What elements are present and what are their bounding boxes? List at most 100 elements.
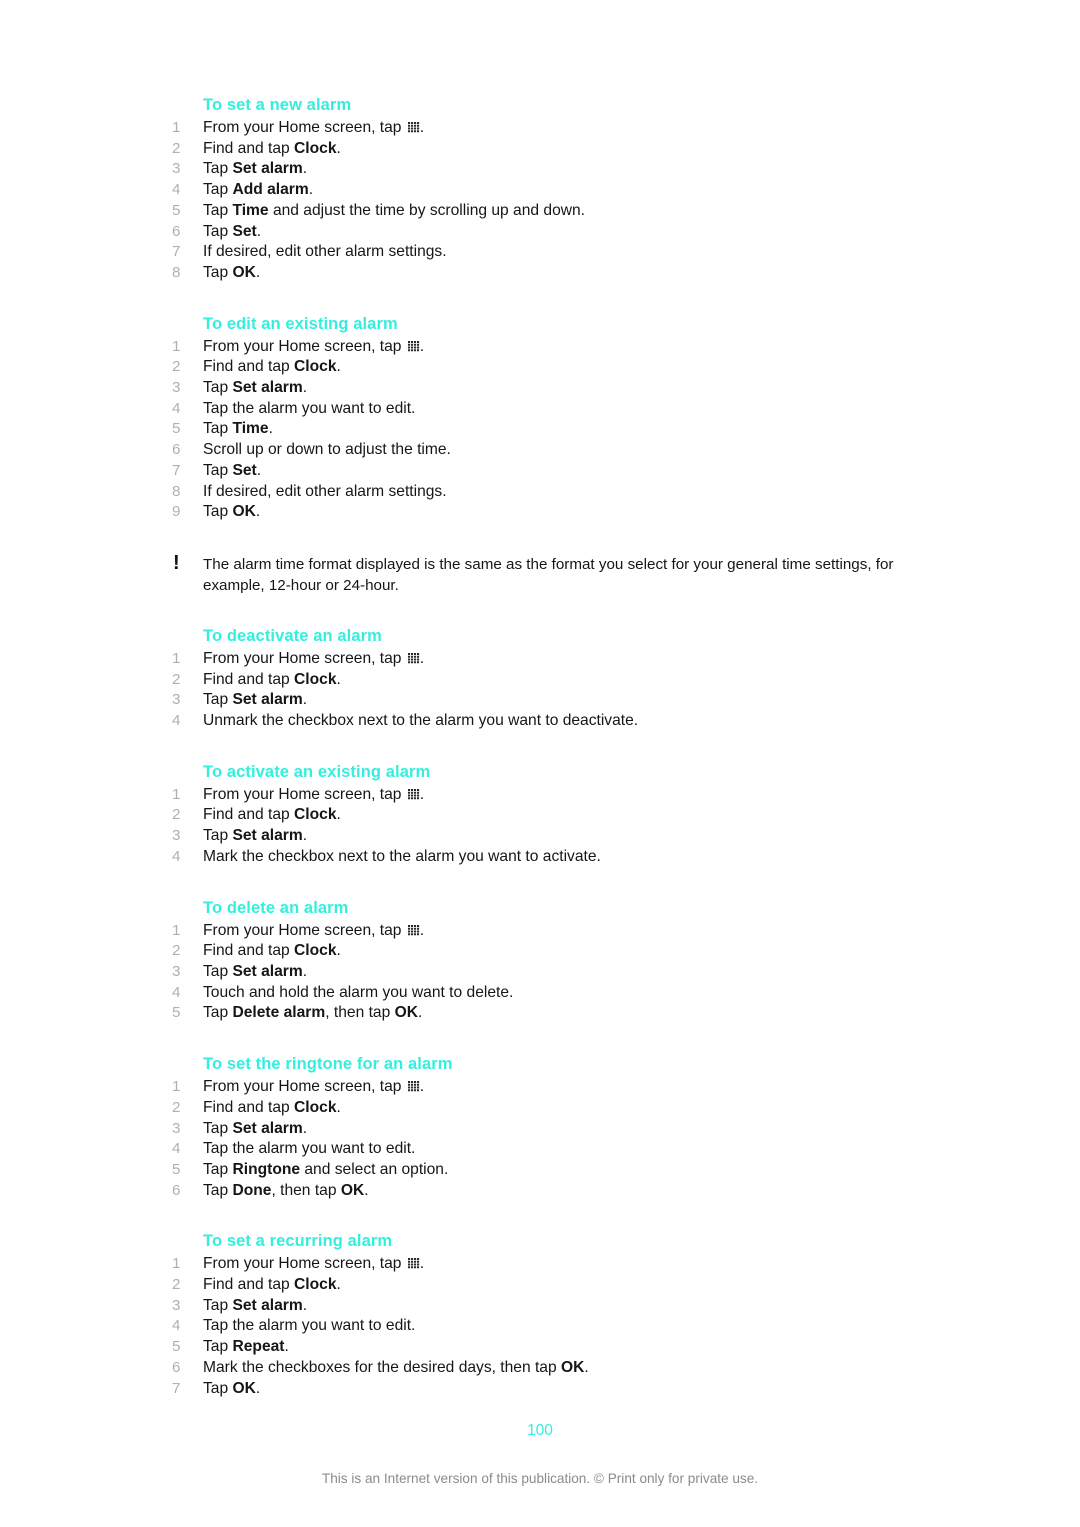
ui-term: Clock	[294, 670, 337, 688]
step-item: 2 Find and tap Clock.	[172, 1098, 912, 1119]
step-item: 1 From your Home screen, tap .	[172, 649, 912, 670]
step-item: 1 From your Home screen, tap .	[172, 337, 912, 358]
step-list: 1 From your Home screen, tap . 2 Find and t…	[172, 1254, 912, 1399]
step-number: 3	[172, 691, 181, 709]
grid-icon	[407, 652, 420, 664]
step-number: 8	[172, 482, 181, 500]
step-list: 1 From your Home screen, tap . 2 Find and t…	[172, 118, 912, 284]
step-list: 1 From your Home screen, tap . 2 Find and t…	[172, 1077, 912, 1201]
step-number: 1	[172, 649, 181, 667]
ui-term: Clock	[294, 1276, 337, 1294]
step-text: Unmark the checkbox next to the alarm yo…	[203, 712, 639, 730]
manual-page: To set a new alarm 1 From your Home screen…	[0, 0, 1080, 1527]
step-number: 4	[172, 847, 181, 865]
step-text: Tap Time.	[203, 420, 273, 438]
step-item: 4 Unmark the checkbox next to the alarm y…	[172, 711, 912, 732]
step-item: 9 Tap OK.	[172, 502, 912, 523]
step-number: 1	[172, 921, 181, 939]
ui-term: Done	[232, 1181, 272, 1199]
ui-term: Clock	[294, 139, 337, 157]
step-text: Tap OK.	[203, 263, 261, 281]
step-text: Find and tap Clock.	[203, 358, 341, 376]
ui-term: Clock	[294, 806, 337, 824]
ui-term: Time	[232, 420, 269, 438]
step-text: Tap Set alarm.	[203, 160, 308, 178]
step-item: 5 Tap Ringtone and select an option.	[172, 1160, 912, 1181]
step-item: 3 Tap Set alarm.	[172, 826, 912, 847]
step-number: 3	[172, 160, 181, 178]
ui-term: OK	[340, 1181, 365, 1199]
step-item: 4 Touch and hold the alarm you want to de…	[172, 983, 912, 1004]
section-heading: To edit an existing alarm	[203, 314, 398, 333]
step-text: Tap Repeat.	[203, 1338, 289, 1356]
ui-term: OK	[561, 1358, 585, 1376]
step-item: 1 From your Home screen, tap .	[172, 118, 912, 139]
step-number: 6	[172, 441, 181, 459]
step-number: 3	[172, 962, 181, 980]
step-number: 6	[172, 1181, 181, 1199]
ui-term: Set alarm	[232, 1119, 303, 1137]
step-item: 3 Tap Set alarm.	[172, 159, 912, 180]
step-number: 4	[172, 399, 181, 417]
step-text: Tap Set alarm.	[203, 1119, 308, 1137]
step-text: Tap Delete alarm, then tap OK.	[203, 1004, 423, 1022]
step-number: 1	[172, 337, 181, 355]
step-number: 1	[172, 119, 181, 136]
ui-term: OK	[232, 503, 256, 521]
step-item: 2 Find and tap Clock.	[172, 357, 912, 378]
step-number: 3	[172, 1296, 181, 1314]
step-text: Tap Ringtone and select an option.	[203, 1160, 449, 1178]
step-text: Tap Time and adjust the time by scrollin…	[203, 201, 586, 219]
step-number: 7	[172, 243, 181, 261]
step-text: Find and tap Clock.	[203, 942, 341, 960]
step-number: 8	[172, 263, 181, 281]
step-item: 4 Tap the alarm you want to edit.	[172, 1316, 912, 1337]
ui-term: OK	[394, 1004, 418, 1022]
step-text: Tap Set alarm.	[203, 1296, 308, 1314]
ui-term: Set alarm	[232, 691, 303, 709]
step-text: From your Home screen, tap .	[203, 1078, 425, 1096]
manual-section: To delete an alarm 1 From your Home screen…	[172, 897, 912, 1025]
step-list: 1 From your Home screen, tap . 2 Find and t…	[172, 337, 912, 523]
step-item: 1 From your Home screen, tap .	[172, 1254, 912, 1275]
step-text: Tap Add alarm.	[203, 181, 314, 199]
manual-section: To set a new alarm 1 From your Home screen…	[172, 94, 912, 284]
note-text: The alarm time format displayed is the s…	[203, 555, 894, 594]
step-text: If desired, edit other alarm settings.	[203, 482, 447, 500]
grid-icon	[407, 1258, 420, 1269]
step-number: 2	[172, 139, 181, 157]
step-item: 5 Tap Repeat.	[172, 1337, 912, 1358]
step-number: 9	[172, 503, 181, 521]
step-text: Find and tap Clock.	[203, 139, 341, 157]
page-content: To set a new alarm 1 From your Home screen…	[172, 94, 912, 1399]
step-number: 7	[172, 461, 181, 479]
grid-icon	[407, 340, 420, 352]
step-item: 7 Tap Set.	[172, 461, 912, 482]
exclamation-icon: !	[173, 551, 180, 574]
step-number: 5	[172, 1004, 181, 1022]
ui-term: Repeat	[232, 1338, 285, 1356]
ui-term: Set alarm	[232, 827, 303, 845]
ui-term: Set alarm	[232, 1296, 303, 1314]
ui-term: Clock	[294, 1098, 337, 1116]
step-item: 3 Tap Set alarm.	[172, 1296, 912, 1317]
step-number: 4	[172, 181, 181, 199]
step-number: 1	[172, 1078, 181, 1096]
section-heading: To set a new alarm	[203, 96, 352, 114]
step-item: 4 Mark the checkbox next to the alarm you…	[172, 847, 912, 868]
ui-term: Time	[232, 201, 269, 219]
step-number: 4	[172, 983, 181, 1001]
step-text: Tap the alarm you want to edit.	[203, 1140, 416, 1158]
step-number: 4	[172, 1317, 181, 1335]
step-text: Scroll up or down to adjust the time.	[203, 441, 451, 459]
step-number: 2	[172, 942, 181, 960]
section-heading: To set a recurring alarm	[203, 1232, 393, 1251]
step-item: 2 Find and tap Clock.	[172, 139, 912, 160]
step-item: 7 Tap OK.	[172, 1379, 912, 1400]
manual-section: To set a recurring alarm 1 From your Home …	[172, 1230, 912, 1399]
ui-term: Set alarm	[232, 379, 303, 397]
step-text: Tap Set alarm.	[203, 379, 308, 397]
step-item: 1 From your Home screen, tap .	[172, 785, 912, 806]
step-item: 3 Tap Set alarm.	[172, 378, 912, 399]
ui-term: Ringtone	[232, 1160, 301, 1178]
